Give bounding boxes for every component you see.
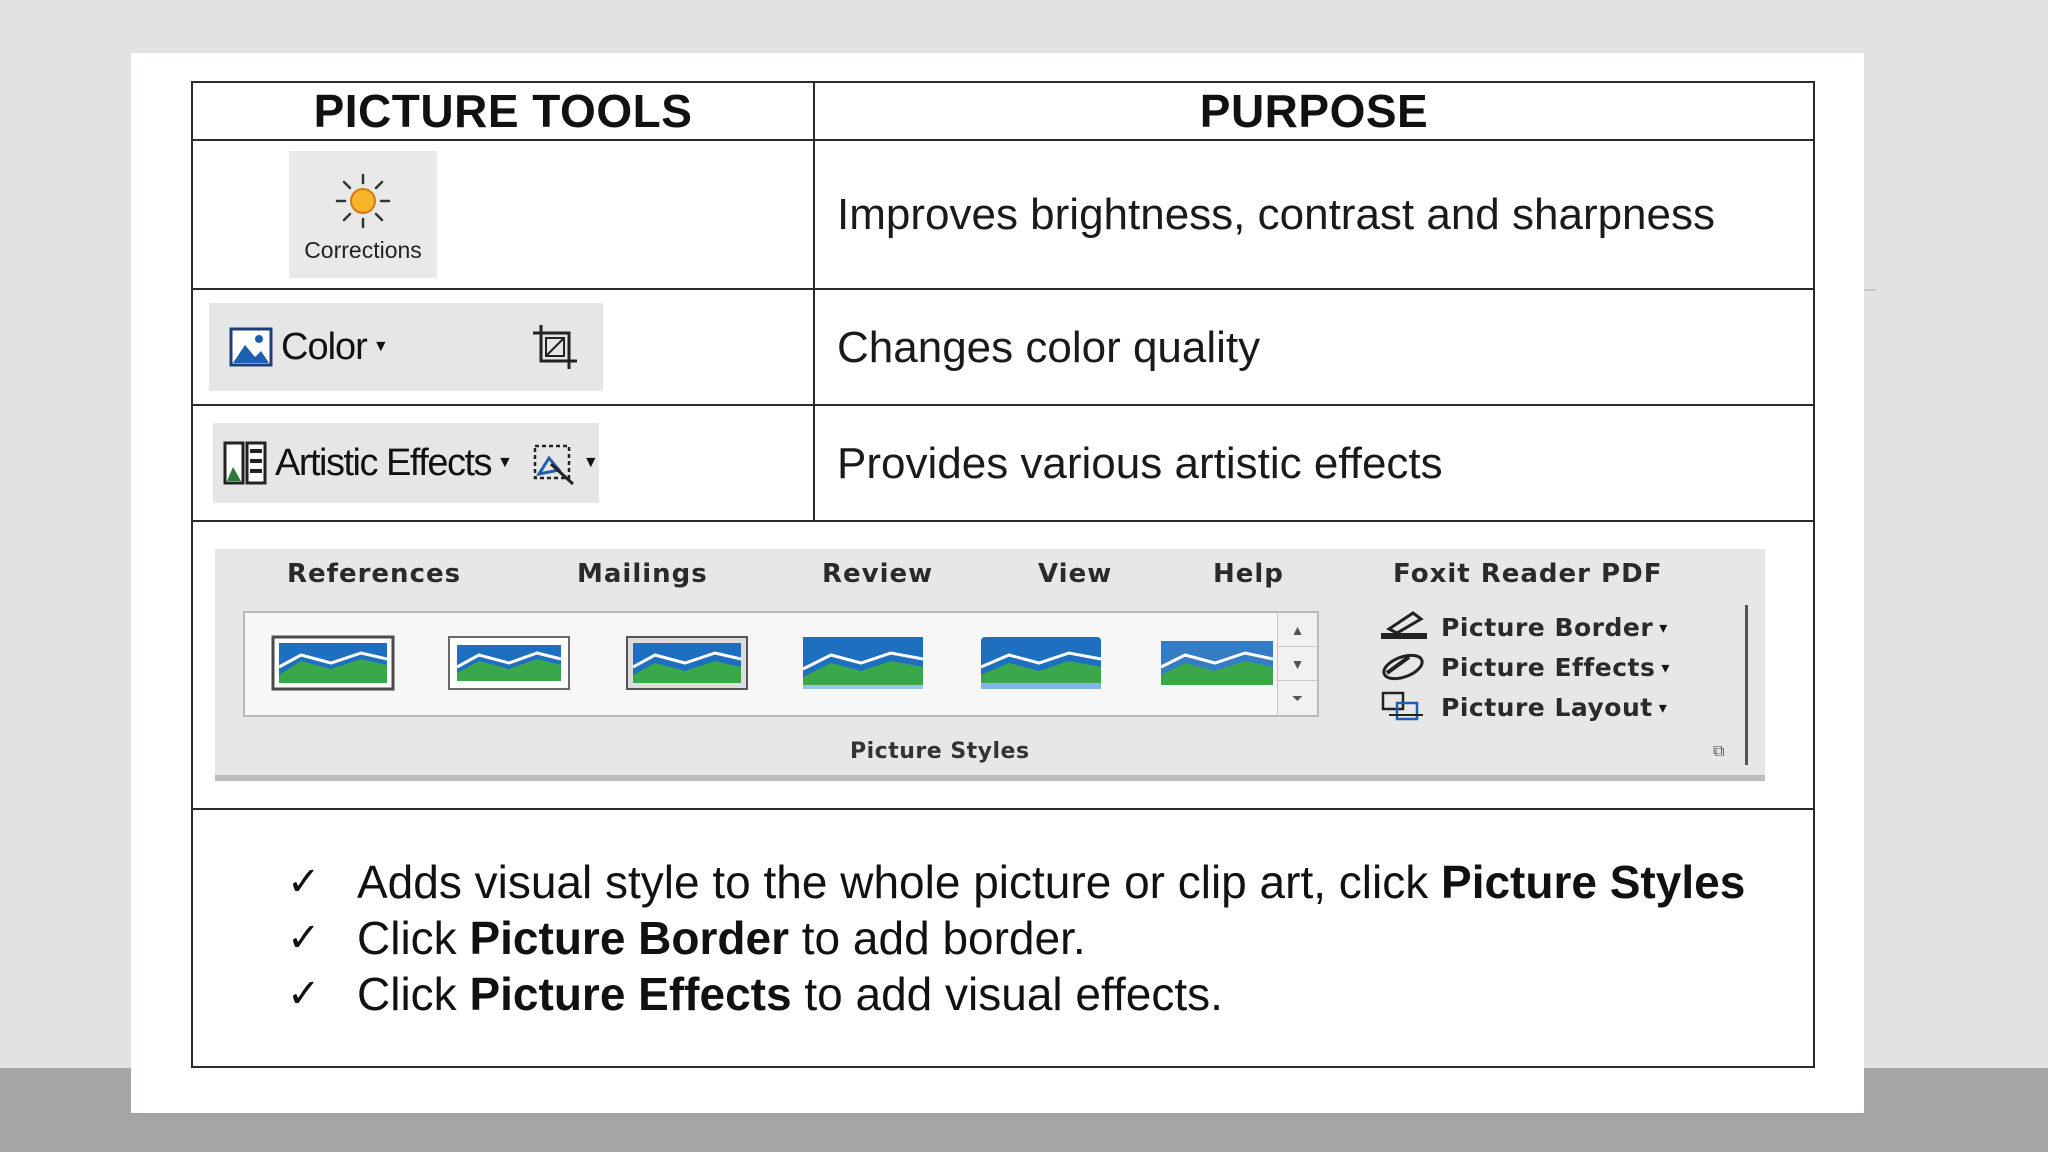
- corrections-button[interactable]: Corrections: [289, 151, 437, 278]
- color-button[interactable]: Color ▼: [209, 303, 603, 391]
- tab-help[interactable]: Help: [1213, 559, 1284, 589]
- tool-cell: Artistic Effects ▼ ▼: [191, 404, 815, 522]
- bullet-text: Click Picture Effects to add visual effe…: [357, 968, 1223, 1020]
- table-row: Color ▼ Changes color quality: [191, 288, 1815, 406]
- edge-mark: [1864, 289, 1876, 291]
- picture-effects-button[interactable]: Picture Effects ▾: [1379, 647, 1670, 687]
- list-item: ✓ Click Picture Effects to add visual ef…: [287, 966, 1753, 1022]
- tab-review[interactable]: Review: [822, 559, 933, 589]
- ribbon-tabs: References Mailings Review View Help Fox…: [215, 559, 1765, 599]
- header-picture-tools: PICTURE TOOLS: [191, 81, 815, 141]
- picture-styles-ribbon: References Mailings Review View Help Fox…: [215, 549, 1765, 781]
- check-icon: ✓: [287, 971, 321, 1017]
- tab-references[interactable]: References: [287, 559, 461, 589]
- chevron-down-icon: ▾: [1658, 697, 1668, 717]
- style-thumbnail[interactable]: [801, 635, 925, 691]
- artistic-effects-button[interactable]: Artistic Effects ▼ ▼: [213, 423, 599, 503]
- chevron-down-icon: ▼: [582, 454, 599, 471]
- list-item: ✓ Adds visual style to the whole picture…: [287, 854, 1753, 910]
- chevron-down-icon: ▾: [1661, 657, 1670, 677]
- chevron-down-icon: ▼: [497, 454, 513, 471]
- artistic-effects-icon: [223, 441, 267, 485]
- tab-mailings[interactable]: Mailings: [577, 559, 708, 589]
- picture-styles-group-label: Picture Styles: [850, 739, 1030, 764]
- group-separator: [1745, 605, 1748, 765]
- purpose-cell: Changes color quality: [813, 288, 1815, 406]
- table-row: ✓ Adds visual style to the whole picture…: [191, 808, 1815, 1068]
- tool-cell: Corrections: [191, 139, 815, 290]
- sun-icon: [335, 173, 391, 229]
- scroll-down-icon[interactable]: ▼: [1278, 647, 1317, 681]
- purpose-cell: Provides various artistic effects: [813, 404, 1815, 522]
- corrections-label: Corrections: [304, 237, 422, 263]
- artistic-effects-label: Artistic Effects: [275, 441, 493, 484]
- style-thumbnail[interactable]: [1155, 635, 1279, 691]
- ribbon-cell: References Mailings Review View Help Fox…: [191, 520, 1815, 810]
- style-thumbnail[interactable]: [625, 635, 749, 691]
- picture-tools-table: PICTURE TOOLS PURPOSE Corrections Improv…: [191, 81, 1815, 1068]
- effects-icon: [1382, 653, 1424, 681]
- style-thumbnail[interactable]: [271, 635, 395, 691]
- table-row: Corrections Improves brightness, contras…: [191, 139, 1815, 290]
- check-icon: ✓: [287, 915, 321, 961]
- chevron-down-icon: ▼: [372, 338, 389, 355]
- slide: PICTURE TOOLS PURPOSE Corrections Improv…: [131, 53, 1864, 1113]
- picture-icon: [229, 327, 273, 367]
- picture-layout-button[interactable]: Picture Layout ▾: [1379, 687, 1670, 727]
- crop-icon[interactable]: [531, 323, 579, 371]
- picture-border-button[interactable]: Picture Border ▾: [1379, 607, 1670, 647]
- picture-border-label: Picture Border: [1441, 612, 1654, 642]
- style-thumbnail[interactable]: [979, 635, 1103, 691]
- table-header-row: PICTURE TOOLS PURPOSE: [191, 81, 1815, 141]
- pen-border-icon: [1381, 611, 1427, 639]
- table-row: References Mailings Review View Help Fox…: [191, 520, 1815, 810]
- remove-background-icon[interactable]: [531, 440, 577, 486]
- bullet-text: Click Picture Border to add border.: [357, 912, 1086, 964]
- color-label: Color: [281, 325, 368, 368]
- layout-icon: [1381, 691, 1423, 721]
- dialog-launcher-icon[interactable]: ⧉: [1713, 743, 1724, 761]
- picture-commands: Picture Border ▾ Picture Effects ▾ Pictu…: [1379, 607, 1670, 727]
- chevron-down-icon: ▾: [1659, 617, 1668, 637]
- tool-cell: Color ▼: [191, 288, 815, 406]
- header-purpose: PURPOSE: [813, 81, 1815, 141]
- style-thumbnail[interactable]: [447, 635, 571, 691]
- table-row: Artistic Effects ▼ ▼ Provides various ar…: [191, 404, 1815, 522]
- tab-foxit-reader-pdf[interactable]: Foxit Reader PDF: [1393, 559, 1662, 589]
- picture-layout-label: Picture Layout: [1441, 692, 1653, 722]
- tab-view[interactable]: View: [1038, 559, 1112, 589]
- gallery-scrollbar[interactable]: ▲ ▼ ⏷: [1277, 613, 1317, 715]
- purpose-cell: Improves brightness, contrast and sharpn…: [813, 139, 1815, 290]
- list-item: ✓ Click Picture Border to add border.: [287, 910, 1753, 966]
- picture-styles-gallery: ▲ ▼ ⏷: [243, 611, 1319, 717]
- instruction-list: ✓ Adds visual style to the whole picture…: [193, 854, 1813, 1022]
- picture-effects-label: Picture Effects: [1441, 652, 1656, 682]
- scroll-up-icon[interactable]: ▲: [1278, 613, 1317, 647]
- bullet-text: Adds visual style to the whole picture o…: [357, 856, 1746, 908]
- check-icon: ✓: [287, 859, 321, 905]
- gallery-more-icon[interactable]: ⏷: [1278, 681, 1317, 715]
- bullets-cell: ✓ Adds visual style to the whole picture…: [191, 808, 1815, 1068]
